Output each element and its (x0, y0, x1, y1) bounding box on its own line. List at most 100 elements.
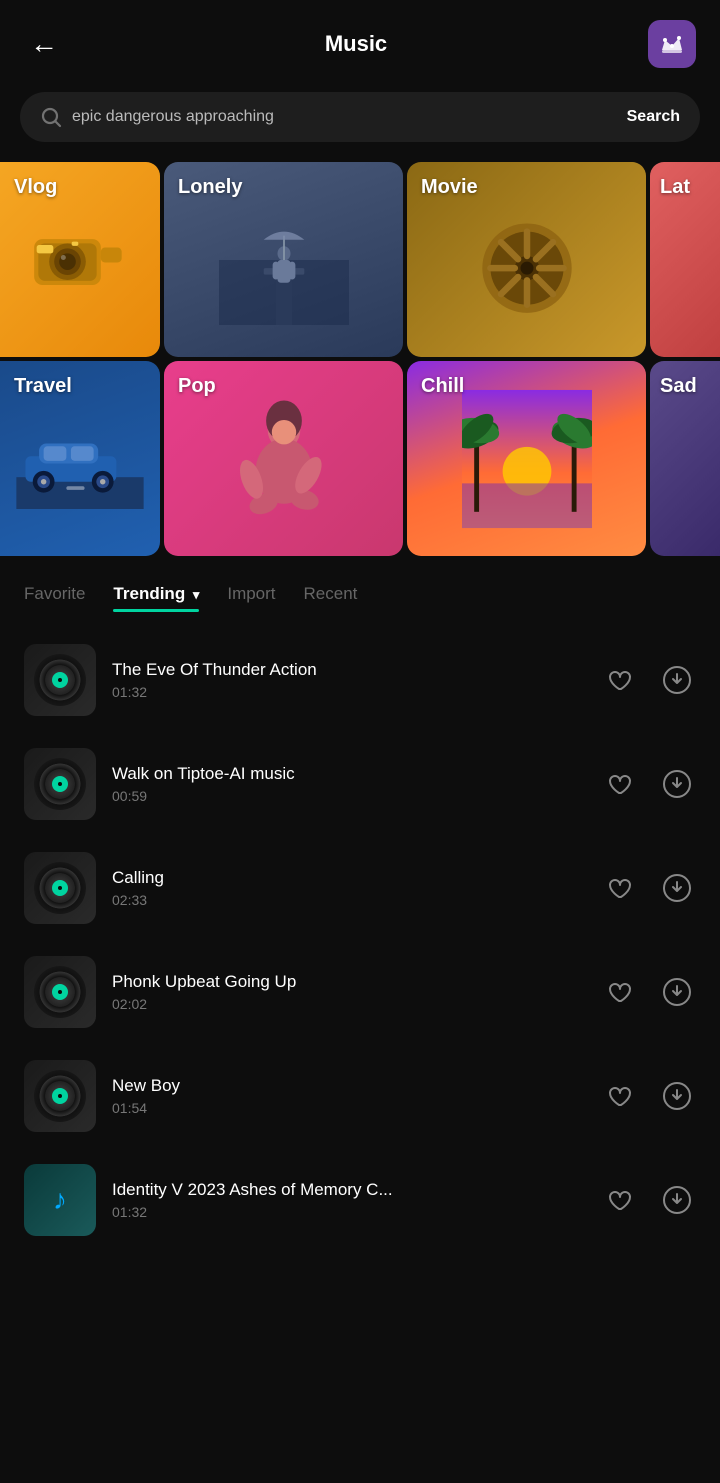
category-card-sad[interactable]: Sad (650, 361, 720, 556)
track-name: Identity V 2023 Ashes of Memory C... (112, 1180, 584, 1200)
search-input[interactable]: epic dangerous approaching (72, 108, 617, 126)
track-info: Identity V 2023 Ashes of Memory C... 01:… (112, 1180, 584, 1220)
download-icon (661, 976, 693, 1008)
track-duration: 02:33 (112, 892, 584, 908)
back-arrow-icon: ← (30, 30, 58, 58)
tab-trending[interactable]: Trending ▾ (113, 584, 199, 612)
category-label-travel: Travel (14, 375, 72, 398)
category-label-sad: Sad (660, 375, 697, 398)
chevron-down-icon: ▾ (189, 587, 199, 602)
travel-illustration (15, 409, 145, 509)
favorite-button[interactable] (600, 765, 638, 803)
download-icon (661, 1080, 693, 1112)
vinyl-record-icon (34, 758, 86, 810)
heart-icon (605, 1186, 633, 1214)
search-button[interactable]: Search (627, 108, 680, 126)
track-thumbnail (24, 1060, 96, 1132)
category-grid: Vlog Lonely (0, 162, 720, 556)
track-info: New Boy 01:54 (112, 1076, 584, 1116)
vinyl-record-icon (34, 1070, 86, 1122)
search-container: epic dangerous approaching Search (0, 84, 720, 162)
track-name: Calling (112, 868, 584, 888)
crown-icon (658, 30, 686, 58)
download-icon (661, 664, 693, 696)
category-card-lat[interactable]: Lat (650, 162, 720, 357)
movie-illustration (462, 200, 592, 320)
category-card-travel[interactable]: Travel (0, 361, 160, 556)
track-thumbnail: ♪ (24, 1164, 96, 1236)
track-item[interactable]: Calling 02:33 (0, 836, 720, 940)
category-label-lonely: Lonely (178, 176, 242, 199)
track-actions (600, 765, 696, 803)
track-thumbnail (24, 852, 96, 924)
download-icon (661, 872, 693, 904)
track-thumbnail (24, 644, 96, 716)
track-item[interactable]: Walk on Tiptoe-AI music 00:59 (0, 732, 720, 836)
download-button[interactable] (658, 1181, 696, 1219)
favorite-button[interactable] (600, 661, 638, 699)
favorite-button[interactable] (600, 869, 638, 907)
track-actions (600, 869, 696, 907)
favorite-button[interactable] (600, 1181, 638, 1219)
favorite-button[interactable] (600, 1077, 638, 1115)
search-bar[interactable]: epic dangerous approaching Search (20, 92, 700, 142)
music-note-icon: ♪ (53, 1184, 67, 1216)
lonely-illustration (219, 195, 349, 325)
tab-recent[interactable]: Recent (304, 584, 358, 612)
track-name: Phonk Upbeat Going Up (112, 972, 584, 992)
category-label-movie: Movie (421, 176, 478, 199)
category-label-pop: Pop (178, 375, 216, 398)
heart-icon (605, 978, 633, 1006)
heart-icon (605, 770, 633, 798)
track-info: Phonk Upbeat Going Up 02:02 (112, 972, 584, 1012)
category-label-lat: Lat (660, 176, 690, 199)
track-item[interactable]: ♪ Identity V 2023 Ashes of Memory C... 0… (0, 1148, 720, 1252)
heart-icon (605, 874, 633, 902)
tab-favorite[interactable]: Favorite (24, 584, 85, 612)
page-title: Music (325, 31, 387, 57)
track-name: Walk on Tiptoe-AI music (112, 764, 584, 784)
track-duration: 01:32 (112, 1204, 584, 1220)
download-button[interactable] (658, 661, 696, 699)
tabs-bar: Favorite Trending ▾ Import Recent (0, 556, 720, 612)
track-name: New Boy (112, 1076, 584, 1096)
vinyl-record-icon (34, 862, 86, 914)
track-info: The Eve Of Thunder Action 01:32 (112, 660, 584, 700)
vinyl-record-icon (34, 966, 86, 1018)
category-row-1: Vlog Lonely (20, 162, 700, 357)
track-name: The Eve Of Thunder Action (112, 660, 584, 680)
track-actions (600, 973, 696, 1011)
download-button[interactable] (658, 1077, 696, 1115)
track-info: Calling 02:33 (112, 868, 584, 908)
search-icon (40, 106, 62, 128)
category-card-lonely[interactable]: Lonely (164, 162, 403, 357)
favorite-button[interactable] (600, 973, 638, 1011)
category-card-pop[interactable]: Pop (164, 361, 403, 556)
tab-import[interactable]: Import (227, 584, 275, 612)
track-info: Walk on Tiptoe-AI music 00:59 (112, 764, 584, 804)
download-button[interactable] (658, 973, 696, 1011)
track-duration: 01:32 (112, 684, 584, 700)
track-actions (600, 1077, 696, 1115)
chill-illustration (462, 389, 592, 529)
track-item[interactable]: New Boy 01:54 (0, 1044, 720, 1148)
download-button[interactable] (658, 765, 696, 803)
category-card-chill[interactable]: Chill (407, 361, 646, 556)
track-list: The Eve Of Thunder Action 01:32 (0, 612, 720, 1268)
track-item[interactable]: Phonk Upbeat Going Up 02:02 (0, 940, 720, 1044)
premium-button[interactable] (648, 20, 696, 68)
track-item[interactable]: The Eve Of Thunder Action 01:32 (0, 628, 720, 732)
track-actions (600, 661, 696, 699)
track-thumbnail (24, 956, 96, 1028)
category-label-vlog: Vlog (14, 176, 57, 199)
category-card-vlog[interactable]: Vlog (0, 162, 160, 357)
track-actions (600, 1181, 696, 1219)
heart-icon (605, 1082, 633, 1110)
back-button[interactable]: ← (24, 24, 64, 64)
download-button[interactable] (658, 869, 696, 907)
track-duration: 00:59 (112, 788, 584, 804)
download-icon (661, 768, 693, 800)
category-card-movie[interactable]: Movie (407, 162, 646, 357)
track-thumbnail (24, 748, 96, 820)
category-label-chill: Chill (421, 375, 464, 398)
